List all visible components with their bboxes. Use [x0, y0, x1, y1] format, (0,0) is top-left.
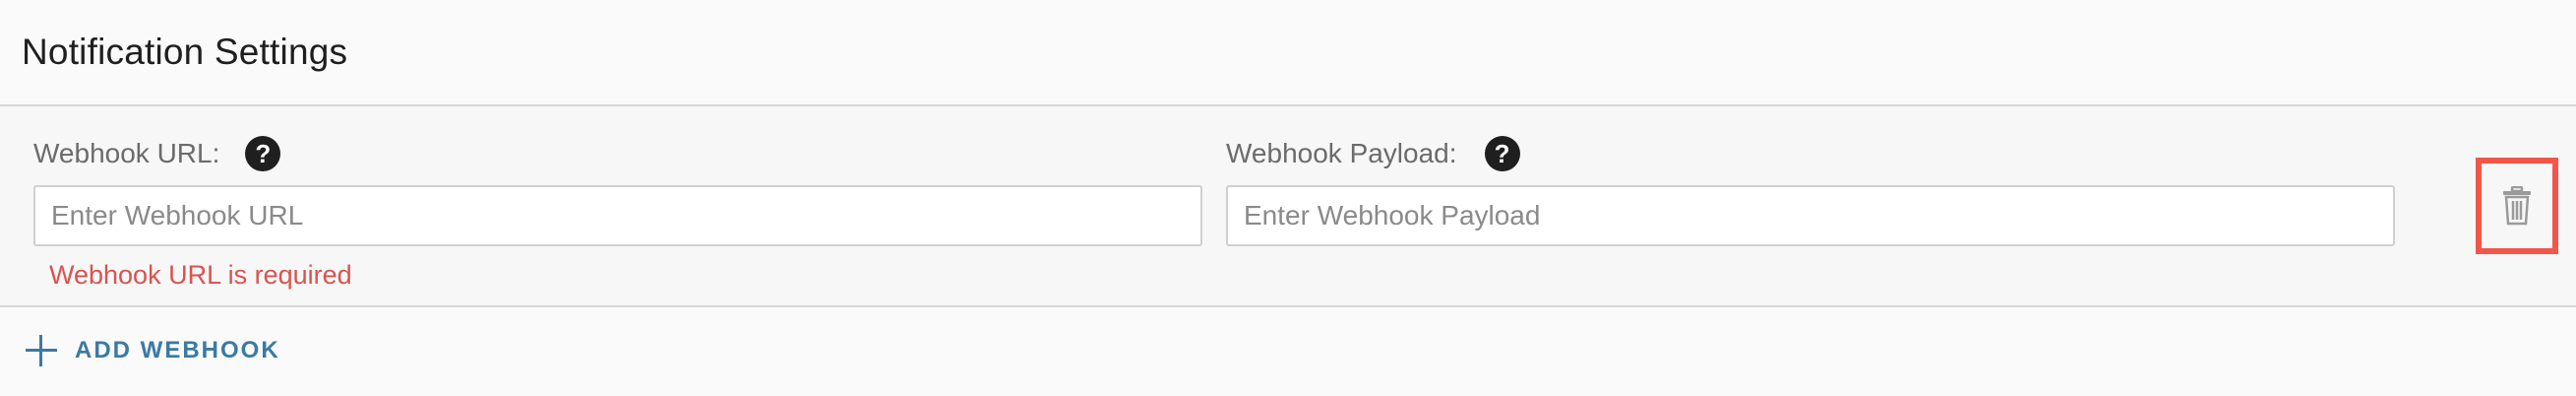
webhook-payload-label-row: Webhook Payload: ?	[1226, 132, 2395, 175]
webhook-payload-input[interactable]	[1226, 185, 2395, 246]
webhook-url-label-row: Webhook URL: ?	[33, 132, 1202, 175]
webhook-url-help-icon[interactable]: ?	[245, 136, 281, 171]
webhook-row: Webhook URL: ? Webhook URL is required W…	[0, 106, 2576, 307]
delete-webhook-button[interactable]	[2476, 158, 2558, 254]
webhook-url-field-group: Webhook URL: ? Webhook URL is required	[33, 132, 1202, 291]
panel-footer: ADD WEBHOOK	[0, 307, 2576, 394]
add-webhook-button[interactable]: ADD WEBHOOK	[26, 335, 280, 366]
webhook-payload-field-group: Webhook Payload: ?	[1226, 132, 2395, 246]
webhook-url-input[interactable]	[33, 185, 1202, 246]
page-title: Notification Settings	[22, 32, 348, 72]
plus-icon	[26, 335, 57, 366]
notification-settings-panel: Notification Settings Webhook URL: ? Web…	[0, 0, 2576, 396]
webhook-payload-help-icon[interactable]: ?	[1484, 136, 1520, 171]
webhook-url-error-message: Webhook URL is required	[49, 260, 352, 290]
webhook-payload-label: Webhook Payload:	[1226, 138, 1457, 168]
add-webhook-label: ADD WEBHOOK	[75, 337, 280, 363]
trash-icon	[2503, 186, 2531, 226]
panel-header: Notification Settings	[0, 0, 2576, 106]
webhook-url-label: Webhook URL:	[33, 138, 220, 168]
